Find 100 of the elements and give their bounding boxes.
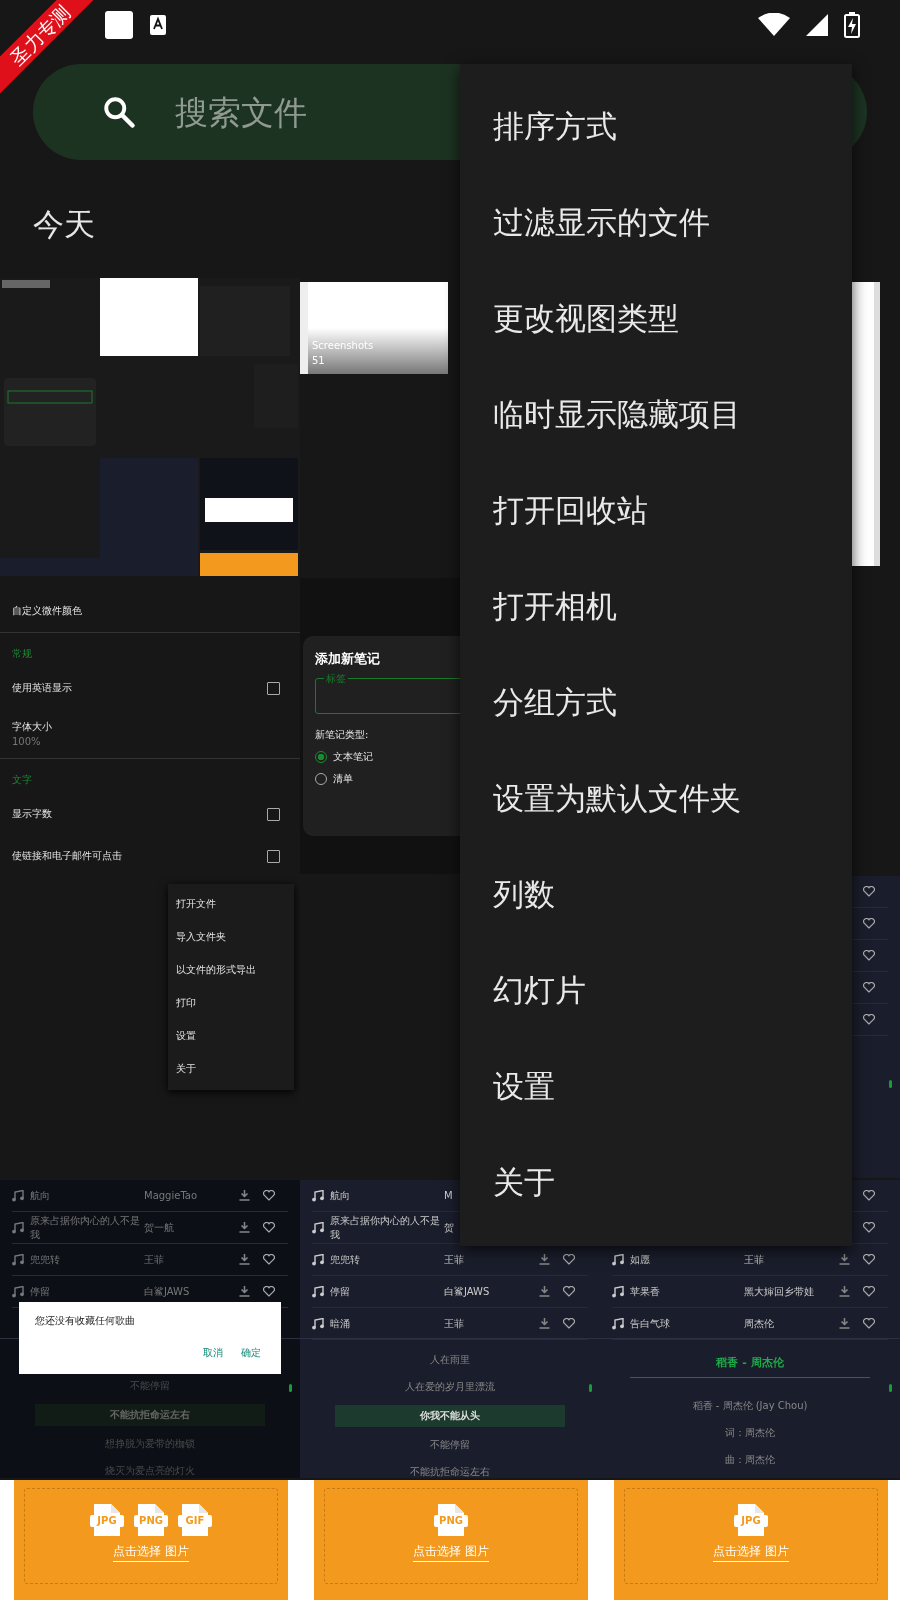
artist-name: M [444,1190,454,1201]
section-header: 常规 [11,647,33,661]
heart-icon[interactable] [563,1286,575,1297]
music-note-icon [312,1189,324,1202]
song-title[interactable]: 停留 [330,1284,444,1299]
scroll-thumb [889,1384,892,1392]
artist-name: 周杰伦 [744,1316,775,1331]
dialog-button[interactable]: 确定 [237,1344,265,1362]
type-label: 新笔记类型: [315,728,369,742]
song-title[interactable]: 航向 [330,1188,444,1203]
download-icon[interactable] [239,1190,250,1201]
song-title[interactable]: 兜兜转 [330,1252,444,1267]
menu-item[interactable]: 更改视图类型 [460,270,852,366]
heart-icon[interactable] [563,1254,575,1265]
artist-name: 王菲 [744,1252,765,1267]
heart-icon[interactable] [863,1014,875,1025]
menu-item[interactable]: 过滤显示的文件 [460,174,852,270]
setting-label: 显示字数 [12,807,52,821]
battery-icon [844,12,860,38]
artist-name: 白鲨JAWS [144,1284,191,1299]
menu-item[interactable]: 关于 [168,1053,294,1086]
checkbox[interactable] [267,681,280,695]
music-note-icon [12,1189,24,1202]
heart-icon[interactable] [263,1254,275,1265]
song-title[interactable]: 告白气球 [630,1316,744,1331]
menu-item[interactable]: 设置为默认文件夹 [460,750,852,846]
menu-item[interactable]: 分组方式 [460,654,852,750]
heart-icon[interactable] [863,1254,875,1265]
menu-item[interactable]: 临时显示隐藏项目 [460,366,852,462]
menu-item[interactable]: 幻灯片 [460,942,852,1038]
heart-icon[interactable] [863,886,875,897]
heart-icon[interactable] [863,1318,875,1329]
menu-item[interactable]: 设置 [168,1020,294,1053]
song-title[interactable]: 航向 [30,1188,144,1203]
setting-label: 自定义微件颜色 [12,604,82,618]
radio-option[interactable]: 清单 [315,772,353,786]
notification-icon [105,11,133,39]
download-icon[interactable] [539,1254,550,1265]
lyric-line: 不能抗拒命运左右 [409,1465,491,1478]
setting-label: 使用英语显示 [12,681,72,695]
song-title[interactable]: 停留 [30,1284,144,1299]
music-note-icon [312,1317,324,1330]
menu-item[interactable]: 设置 [460,1038,852,1134]
menu-item[interactable]: 列数 [460,846,852,942]
song-title[interactable]: 如愿 [630,1252,744,1267]
dialog-button[interactable]: 取消 [199,1344,227,1362]
section-title: 今天 [33,205,95,244]
download-icon[interactable] [839,1286,850,1297]
dialog-title: 添加新笔记 [315,650,380,668]
search-icon [101,94,137,130]
download-icon[interactable] [839,1318,850,1329]
menu-item[interactable]: 打开文件 [168,888,294,921]
music-note-icon [312,1221,324,1234]
heart-icon[interactable] [863,982,875,993]
scroll-thumb [589,1384,592,1392]
music-note-icon [312,1253,324,1266]
menu-item[interactable]: 打印 [168,987,294,1020]
item-count: 51 [312,354,326,368]
lyric-line: 人在雨里 [429,1353,471,1367]
setting-label: 使链接和电子邮件可点击 [12,849,122,863]
music-note-icon [312,1285,324,1298]
download-icon[interactable] [239,1254,250,1265]
music-note-icon [12,1221,24,1234]
heart-icon[interactable] [863,1222,875,1233]
menu-item[interactable]: 导入文件夹 [168,921,294,954]
lyric-line: 稻香 - 周杰伦 (Jay Chou) [691,1399,809,1413]
music-note-icon [12,1285,24,1298]
checkbox[interactable] [267,807,280,821]
heart-icon[interactable] [563,1318,575,1329]
heart-icon[interactable] [863,918,875,929]
radio-option[interactable]: 文本笔记 [315,750,373,764]
heart-icon[interactable] [263,1190,275,1201]
lyrics-title: 稻香 - 周杰伦 [716,1355,784,1370]
song-title[interactable]: 兜兜转 [30,1252,144,1267]
heart-icon[interactable] [863,1286,875,1297]
heart-icon[interactable] [863,1190,875,1201]
music-note-icon [612,1285,624,1298]
artist-name: 白鲨JAWS [444,1284,491,1299]
menu-item[interactable]: 打开相机 [460,558,852,654]
wifi-icon [758,13,790,37]
download-icon[interactable] [839,1254,850,1265]
checkbox[interactable] [267,849,280,863]
scroll-thumb [889,1080,892,1088]
download-icon[interactable] [539,1318,550,1329]
menu-item[interactable]: 打开回收站 [460,462,852,558]
download-icon[interactable] [239,1286,250,1297]
song-title[interactable]: 暗涌 [330,1316,444,1331]
download-icon[interactable] [239,1222,250,1233]
song-title[interactable]: 原来占据你内心的人不是我 [30,1213,144,1242]
lyric-line: 曲：周杰伦 [724,1453,776,1467]
menu-item[interactable]: 以文件的形式导出 [168,954,294,987]
song-title[interactable]: 原来占据你内心的人不是我 [330,1213,444,1242]
download-icon[interactable] [539,1286,550,1297]
song-title[interactable]: 苹果香 [630,1284,744,1299]
menu-item[interactable]: 关于 [460,1134,852,1230]
signal-icon [806,14,828,36]
heart-icon[interactable] [263,1286,275,1297]
music-note-icon [12,1253,24,1266]
heart-icon[interactable] [263,1222,275,1233]
heart-icon[interactable] [863,950,875,961]
